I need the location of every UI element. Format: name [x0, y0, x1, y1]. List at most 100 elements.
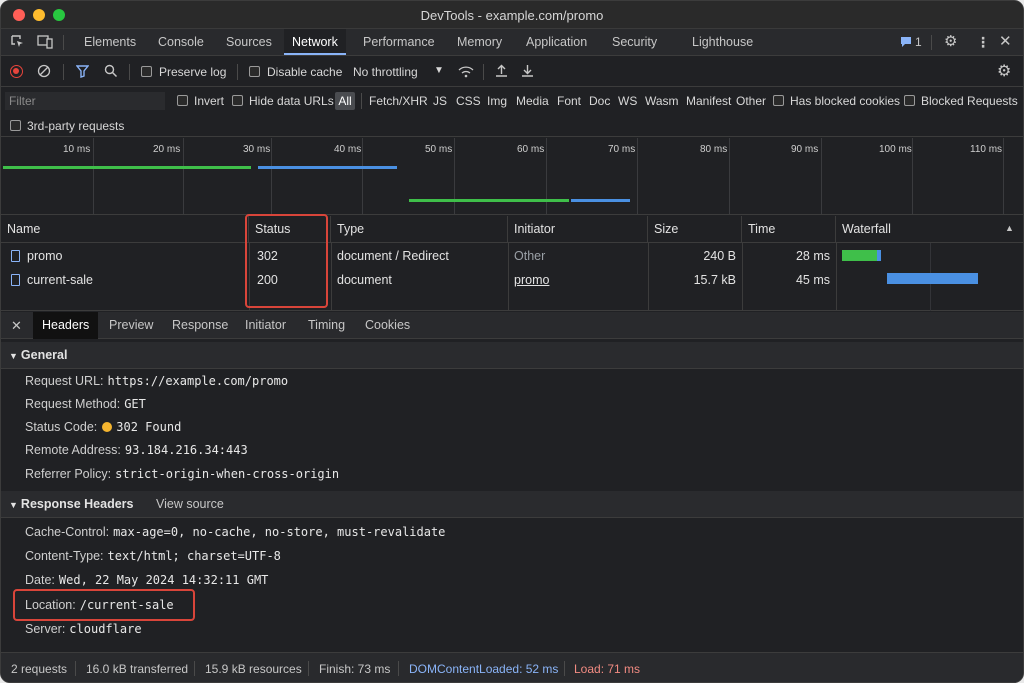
- clear-log-icon[interactable]: [37, 64, 51, 81]
- timeline-tick-label: 110 ms: [970, 144, 1003, 155]
- filter-type-fetch-xhr[interactable]: Fetch/XHR: [369, 93, 428, 109]
- timeline-tick-label: 100 ms: [879, 144, 912, 155]
- column-header-size[interactable]: Size: [648, 216, 742, 243]
- header-row-content-type: Content-Type: text/html; charset=UTF-8: [25, 549, 281, 563]
- timeline-tick-label: 10 ms: [63, 144, 91, 155]
- filter-type-font[interactable]: Font: [557, 93, 581, 109]
- tab-lighthouse[interactable]: Lighthouse: [684, 29, 761, 55]
- location-header-highlight: [13, 589, 195, 621]
- close-detail-icon[interactable]: ✕: [11, 318, 22, 334]
- tab-security[interactable]: Security: [604, 29, 665, 55]
- tab-preview[interactable]: Preview: [100, 312, 162, 339]
- load-time: Load: 71 ms: [574, 662, 641, 676]
- header-row-status-code: Status Code: 302 Found: [25, 420, 182, 434]
- devtools-window: DevTools - example.com/promo Elements Co…: [0, 0, 1024, 683]
- request-size: 15.7 kB: [693, 273, 736, 287]
- timeline-tick-label: 40 ms: [334, 144, 362, 155]
- waterfall-bar-promo-waiting: [842, 250, 877, 261]
- timeline-tick-label: 80 ms: [700, 144, 728, 155]
- blocked-requests-label: Blocked Requests: [921, 94, 1018, 108]
- tab-sources[interactable]: Sources: [218, 29, 280, 55]
- timeline-tick-label: 50 ms: [425, 144, 453, 155]
- header-row-referrer-policy: Referrer Policy: strict-origin-when-cross…: [25, 467, 340, 481]
- filter-type-js[interactable]: JS: [433, 93, 447, 109]
- view-source-link[interactable]: View source: [156, 497, 224, 511]
- filter-type-all[interactable]: All: [335, 92, 355, 110]
- search-icon[interactable]: [104, 64, 118, 81]
- third-party-checkbox[interactable]: [10, 120, 21, 131]
- network-conditions-icon[interactable]: [457, 64, 475, 81]
- tab-initiator[interactable]: Initiator: [236, 312, 295, 339]
- tab-application[interactable]: Application: [518, 29, 595, 55]
- timeline-tick-label: 60 ms: [517, 144, 545, 155]
- resources-size: 15.9 kB resources: [205, 662, 302, 676]
- column-header-waterfall[interactable]: Waterfall: [836, 216, 1023, 243]
- filter-type-other[interactable]: Other: [736, 93, 766, 109]
- filter-input[interactable]: Filter: [5, 92, 165, 110]
- device-toolbar-icon[interactable]: [37, 29, 53, 58]
- column-header-name[interactable]: Name: [1, 216, 249, 243]
- tab-console[interactable]: Console: [150, 29, 212, 55]
- hide-data-urls-checkbox[interactable]: [232, 95, 243, 106]
- more-options-icon[interactable]: ⋮: [976, 29, 990, 55]
- tab-network[interactable]: Network: [284, 29, 346, 55]
- column-header-type[interactable]: Type: [331, 216, 508, 243]
- export-har-icon[interactable]: [521, 64, 534, 81]
- general-section-header[interactable]: ▼ General: [1, 342, 1023, 369]
- collapse-triangle-icon: ▼: [9, 351, 18, 361]
- filter-type-css[interactable]: CSS: [456, 93, 481, 109]
- finish-time: Finish: 73 ms: [319, 662, 391, 676]
- filter-funnel-icon[interactable]: [75, 65, 90, 81]
- tab-timing[interactable]: Timing: [299, 312, 354, 339]
- sort-ascending-icon: ▲: [1005, 223, 1014, 233]
- has-blocked-cookies-checkbox[interactable]: [773, 95, 784, 106]
- throttling-dropdown-icon[interactable]: ▼: [434, 63, 444, 79]
- tab-headers[interactable]: Headers: [33, 312, 99, 339]
- disable-cache-checkbox[interactable]: [249, 66, 260, 77]
- filter-type-manifest[interactable]: Manifest: [686, 93, 731, 109]
- hide-data-urls-label: Hide data URLs: [249, 94, 334, 108]
- header-row-cache-control: Cache-Control: max-age=0, no-cache, no-st…: [25, 525, 446, 539]
- filter-type-doc[interactable]: Doc: [589, 93, 610, 109]
- tab-memory[interactable]: Memory: [449, 29, 510, 55]
- request-initiator-link[interactable]: promo: [514, 268, 549, 292]
- header-row-remote-address: Remote Address: 93.184.216.34:443: [25, 443, 248, 457]
- request-type: document: [337, 273, 392, 287]
- import-har-icon[interactable]: [495, 64, 508, 81]
- preserve-log-checkbox[interactable]: [141, 66, 152, 77]
- close-devtools-icon[interactable]: ✕: [999, 29, 1012, 55]
- filter-bar: Filter Invert Hide data URLs All Fetch/X…: [1, 87, 1023, 115]
- dom-content-loaded-time: DOMContentLoaded: 52 ms: [409, 662, 559, 676]
- filter-type-media[interactable]: Media: [516, 93, 549, 109]
- column-header-initiator[interactable]: Initiator: [508, 216, 648, 243]
- timeline-overview[interactable]: 10 ms 20 ms 30 ms 40 ms 50 ms 60 ms 70 m…: [1, 138, 1023, 215]
- network-toolbar: Preserve log Disable cache No throttling…: [1, 57, 1023, 87]
- network-settings-gear-icon[interactable]: ⚙: [997, 61, 1011, 81]
- request-table: Name Status Type Initiator Size Time Wat…: [1, 216, 1023, 311]
- invert-checkbox[interactable]: [177, 95, 188, 106]
- tab-response[interactable]: Response: [163, 312, 237, 339]
- timeline-tick-label: 90 ms: [791, 144, 819, 155]
- filter-type-wasm[interactable]: Wasm: [645, 93, 679, 109]
- settings-gear-icon[interactable]: ⚙: [944, 29, 957, 55]
- table-row[interactable]: promo 302 document / Redirect Other 240 …: [1, 244, 836, 268]
- header-row-server: Server: cloudflare: [25, 622, 142, 636]
- issues-icon[interactable]: [900, 29, 912, 57]
- tab-performance[interactable]: Performance: [355, 29, 443, 55]
- issues-count[interactable]: 1: [915, 29, 922, 55]
- column-header-time[interactable]: Time: [742, 216, 836, 243]
- tab-elements[interactable]: Elements: [76, 29, 144, 55]
- document-file-icon: [11, 274, 20, 286]
- blocked-requests-checkbox[interactable]: [904, 95, 915, 106]
- timeline-bar-current-sale-waiting: [409, 199, 569, 202]
- response-headers-section-header[interactable]: ▼ Response Headers View source: [1, 491, 1023, 518]
- window-title: DevTools - example.com/promo: [420, 8, 604, 23]
- filter-type-ws[interactable]: WS: [618, 93, 637, 109]
- inspect-element-icon[interactable]: [11, 29, 25, 58]
- table-row[interactable]: current-sale 200 document promo 15.7 kB …: [1, 268, 836, 292]
- request-name: current-sale: [27, 273, 93, 287]
- tab-cookies[interactable]: Cookies: [356, 312, 419, 339]
- record-icon[interactable]: [10, 65, 23, 78]
- throttling-select[interactable]: No throttling: [353, 64, 418, 80]
- filter-type-img[interactable]: Img: [487, 93, 507, 109]
